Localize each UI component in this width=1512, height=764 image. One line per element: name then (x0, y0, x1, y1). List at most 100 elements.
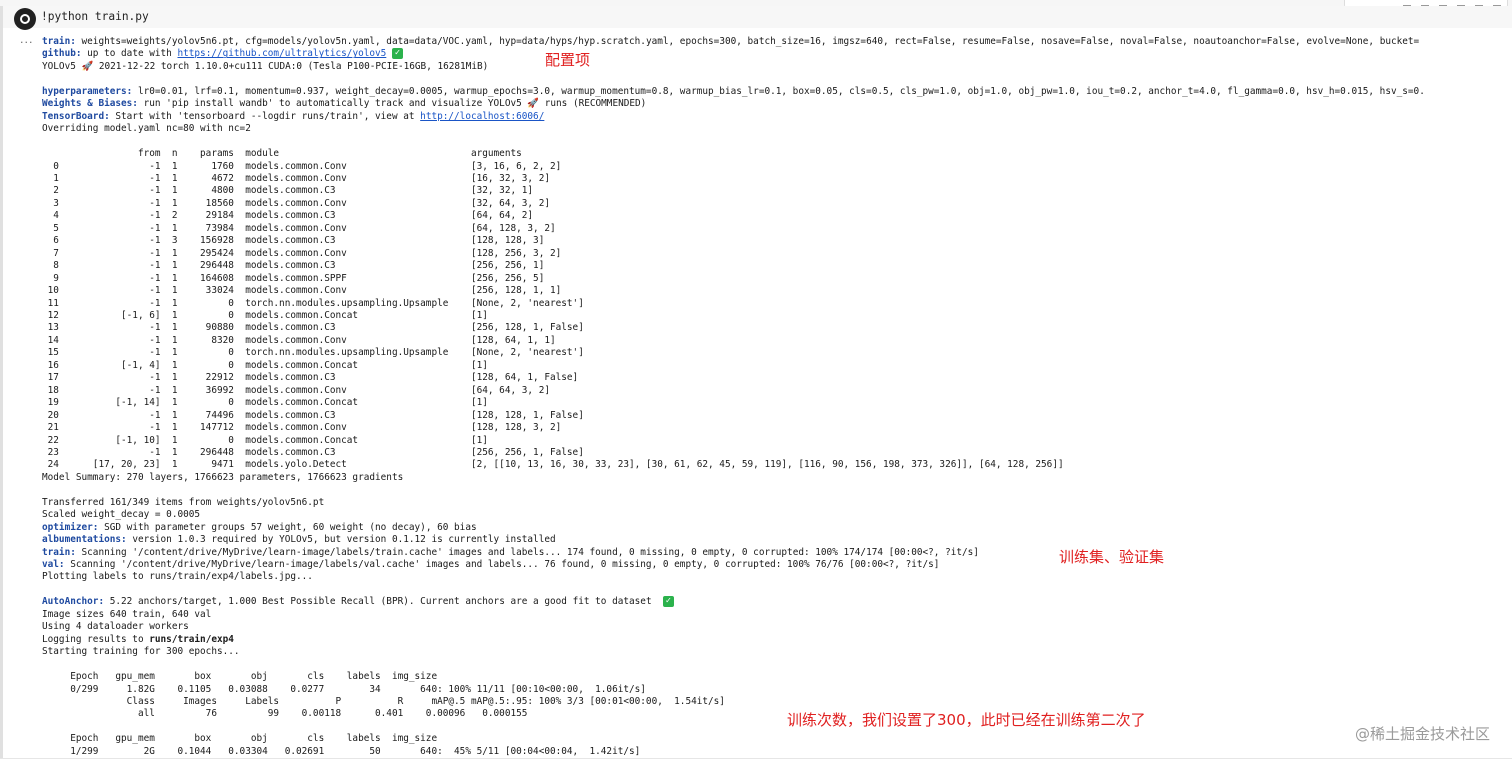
output-line: hyperparameters: lr0=0.01, lrf=0.1, mome… (42, 86, 1425, 98)
output-line: YOLOv5 🚀 2021-12-22 torch 1.10.0+cu111 C… (42, 61, 1425, 73)
output-line-text: 12 [-1, 6] 1 0 models.common.Concat [1] (42, 309, 641, 321)
output-line: 14 -1 1 8320 models.common.Conv [128, 64… (42, 335, 1425, 347)
annotation-epochs: 训练次数，我们设置了300，此时已经在训练第二次了 (787, 711, 1146, 729)
output-line-text: Logging results to (42, 633, 150, 645)
output-line-text: 2 -1 1 4800 models.common.C3 [32, 32, 1] (42, 185, 641, 197)
output-line-text: 5.22 anchors/target, 1.000 Best Possible… (104, 596, 658, 608)
output-line: albumentations: version 1.0.3 required b… (42, 534, 1425, 546)
output-line-text: Epoch gpu_mem box obj cls labels img_siz… (42, 671, 438, 683)
output-line-text: run 'pip install wandb' to automatically… (137, 98, 647, 110)
output-link[interactable]: https://github.com/ultralytics/yolov5 (177, 48, 386, 59)
output-line: train: weights=weights/yolov5n6.pt, cfg=… (42, 36, 1425, 48)
output-line-text: SGD with parameter groups 57 weight, 60 … (98, 521, 477, 533)
output-line-text: 15 -1 1 0 torch.nn.modules.upsampling.Up… (42, 347, 641, 359)
output-line-text: 8 -1 1 296448 models.common.C3 [256, 256… (42, 260, 641, 272)
output-line-text: 4 -1 2 29184 models.common.C3 [64, 64, 2… (42, 210, 641, 222)
output-line-text: 20 -1 1 74496 models.common.C3 [128, 128… (42, 409, 641, 421)
output-line-text: all 76 99 0.00118 0.401 0.00096 0.000155 (42, 708, 528, 720)
output-line-label: val: (42, 559, 65, 571)
output-line-text (42, 659, 48, 670)
output-line: Transferred 161/349 items from weights/y… (42, 497, 1425, 509)
output-line: 6 -1 3 156928 models.common.C3 [128, 128… (42, 235, 1425, 247)
check-mark-icon: ✓ (391, 48, 403, 60)
output-line-text: Plotting labels to runs/train/exp4/label… (42, 571, 319, 583)
cell-output: train: weights=weights/yolov5n6.pt, cfg=… (42, 36, 1425, 758)
output-line: 1 -1 1 4672 models.common.Conv [16, 32, … (42, 173, 1425, 185)
annotation-config: 配置项 (545, 51, 591, 69)
output-line-text: 1 -1 1 4672 models.common.Conv [16, 32, … (42, 172, 641, 184)
output-line-text: 14 -1 1 8320 models.common.Conv [128, 64… (42, 334, 641, 346)
output-line: Weights & Biases: run 'pip install wandb… (42, 98, 1425, 110)
output-line (42, 721, 1425, 733)
output-line-label: AutoAnchor: (42, 596, 105, 608)
code-cell: !python train.py ... train: weights=weig… (0, 6, 1512, 758)
annotation-datasets: 训练集、验证集 (1059, 548, 1165, 566)
output-line-text: 23 -1 1 296448 models.common.C3 [256, 25… (42, 446, 641, 458)
output-line-label: albumentations: (42, 534, 127, 546)
output-line: Epoch gpu_mem box obj cls labels img_siz… (42, 733, 1425, 745)
output-line-text: 21 -1 1 147712 models.common.Conv [128, … (42, 422, 641, 434)
check-mark-icon: ✓ (662, 596, 674, 608)
output-line-text: Model Summary: 270 layers, 1766623 param… (42, 471, 404, 483)
output-line: 10 -1 1 33024 models.common.Conv [256, 1… (42, 285, 1425, 297)
output-line (42, 659, 1425, 671)
output-line-text: 22 [-1, 10] 1 0 models.common.Concat [1] (42, 434, 641, 446)
output-line: 13 -1 1 90880 models.common.C3 [256, 128… (42, 322, 1425, 334)
output-line-bold: runs/train/exp4 (149, 633, 234, 645)
output-line-text (42, 584, 48, 595)
output-link[interactable]: http://localhost:6006/ (420, 111, 544, 122)
output-line-text: 11 -1 1 0 torch.nn.modules.upsampling.Up… (42, 297, 641, 309)
output-line: 17 -1 1 22912 models.common.C3 [128, 64,… (42, 372, 1425, 384)
run-button[interactable] (14, 8, 36, 30)
output-line: Epoch gpu_mem box obj cls labels img_siz… (42, 671, 1425, 683)
output-line-text: 13 -1 1 90880 models.common.C3 [256, 128… (42, 322, 641, 334)
output-line-text: 3 -1 1 18560 models.common.Conv [32, 64,… (42, 197, 641, 209)
output-line-text: YOLOv5 🚀 2021-12-22 torch 1.10.0+cu111 C… (42, 60, 489, 72)
output-line: 9 -1 1 164608 models.common.SPPF [256, 2… (42, 273, 1425, 285)
output-line: Logging results to runs/train/exp4 (42, 634, 1425, 646)
output-line: 5 -1 1 73984 models.common.Conv [64, 128… (42, 223, 1425, 235)
cell-code[interactable]: !python train.py (41, 10, 149, 23)
output-line: from n params module arguments (42, 148, 1425, 160)
output-line: 11 -1 1 0 torch.nn.modules.upsampling.Up… (42, 298, 1425, 310)
divider (0, 758, 1512, 759)
output-line-text: weights=weights/yolov5n6.pt, cfg=models/… (75, 36, 1420, 47)
output-line-text (42, 484, 48, 495)
output-line-text: Class Images Labels P R mAP@.5 mAP@.5:.9… (42, 696, 725, 708)
output-line-label: train: (42, 36, 76, 47)
output-line-text (42, 136, 48, 147)
output-line (42, 136, 1425, 148)
output-line: Image sizes 640 train, 640 val (42, 609, 1425, 621)
output-line: TensorBoard: Start with 'tensorboard --l… (42, 111, 1425, 123)
output-line: AutoAnchor: 5.22 anchors/target, 1.000 B… (42, 596, 1425, 608)
output-line-text: 7 -1 1 295424 models.common.Conv [128, 2… (42, 247, 641, 259)
output-line: github: up to date with https://github.c… (42, 48, 1425, 60)
output-line: 15 -1 1 0 torch.nn.modules.upsampling.Up… (42, 347, 1425, 359)
output-line-label: TensorBoard: (42, 110, 110, 122)
output-line-text: Transferred 161/349 items from weights/y… (42, 496, 325, 508)
output-line-text: Start with 'tensorboard --logdir runs/tr… (109, 110, 421, 122)
output-menu-icon[interactable]: ... (20, 33, 34, 46)
output-line: 7 -1 1 295424 models.common.Conv [128, 2… (42, 248, 1425, 260)
output-line-text: version 1.0.3 required by YOLOv5, but ve… (126, 534, 556, 546)
output-line: 21 -1 1 147712 models.common.Conv [128, … (42, 422, 1425, 434)
output-line: Starting training for 300 epochs... (42, 646, 1425, 658)
output-line-label: hyperparameters: (42, 85, 133, 97)
output-line: 18 -1 1 36992 models.common.Conv [64, 64… (42, 385, 1425, 397)
output-line-text: 17 -1 1 22912 models.common.C3 [128, 64,… (42, 372, 641, 384)
output-line: Model Summary: 270 layers, 1766623 param… (42, 472, 1425, 484)
cell-input[interactable]: !python train.py (3, 6, 1512, 30)
output-line-text: from n params module arguments (42, 148, 641, 160)
output-line-text: Scaled weight_decay = 0.0005 (42, 509, 201, 521)
output-line: 22 [-1, 10] 1 0 models.common.Concat [1] (42, 435, 1425, 447)
output-line-text: Starting training for 300 epochs... (42, 646, 240, 658)
output-line: val: Scanning '/content/drive/MyDrive/le… (42, 559, 1425, 571)
output-line (42, 484, 1425, 496)
output-line: 12 [-1, 6] 1 0 models.common.Concat [1] (42, 310, 1425, 322)
output-line: 2 -1 1 4800 models.common.C3 [32, 32, 1] (42, 185, 1425, 197)
output-line-text: Epoch gpu_mem box obj cls labels img_siz… (42, 733, 438, 745)
output-line: 23 -1 1 296448 models.common.C3 [256, 25… (42, 447, 1425, 459)
output-line-label: github: (42, 48, 82, 60)
output-line: train: Scanning '/content/drive/MyDrive/… (42, 547, 1425, 559)
output-line: 24 [17, 20, 23] 1 9471 models.yolo.Detec… (42, 459, 1425, 471)
